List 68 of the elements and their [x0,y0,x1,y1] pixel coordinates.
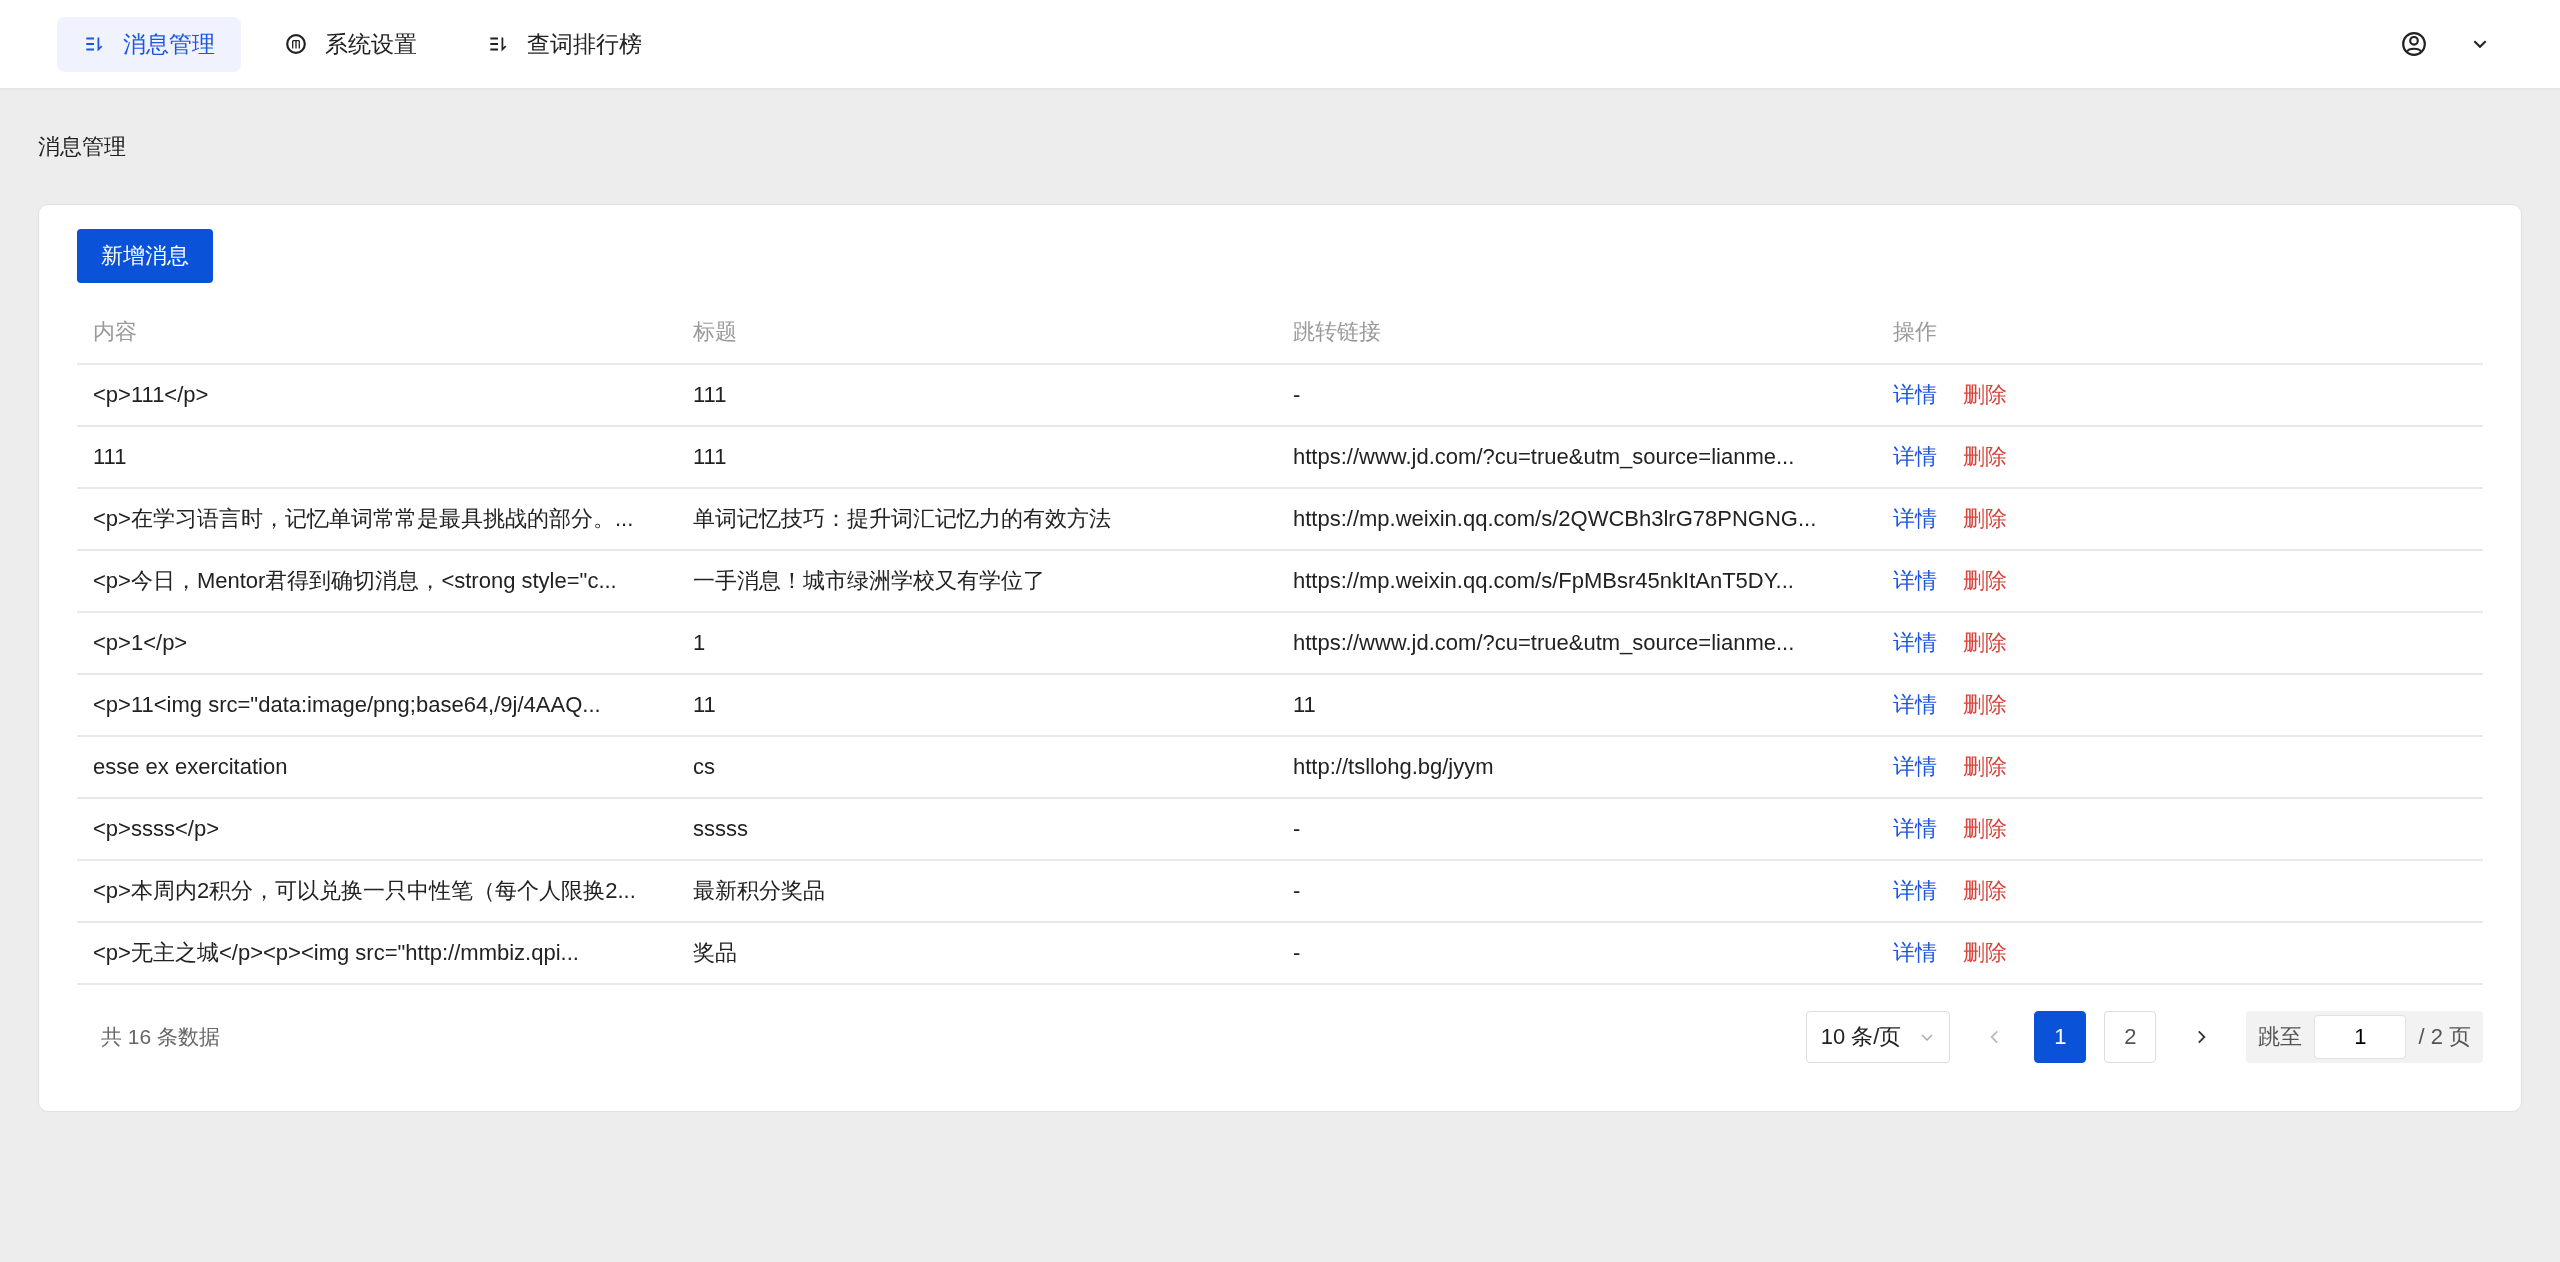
column-header: 内容 [77,303,677,364]
column-header: 标题 [677,303,1277,364]
table-cell: 一手消息！城市绿洲学校又有学位了 [693,568,1045,593]
details-link[interactable]: 详情 [1893,690,1937,720]
details-link[interactable]: 详情 [1893,752,1937,782]
page-button[interactable]: 2 [2104,1011,2157,1063]
table-cell: - [1293,878,1301,903]
details-link[interactable]: 详情 [1893,504,1937,534]
delete-link[interactable]: 删除 [1963,504,2007,534]
table-cell: esse ex exercitation [93,754,288,779]
table-cell: https://mp.weixin.qq.com/s/FpMBsr45nkItAnT5DY... [1293,568,1794,593]
table-cell: 111 [693,382,727,407]
details-link[interactable]: 详情 [1893,938,1937,968]
details-link[interactable]: 详情 [1893,814,1937,844]
delete-link[interactable]: 删除 [1963,876,2007,906]
table-cell: https://mp.weixin.qq.com/s/2QWCBh3lrG78PNGNG... [1293,506,1817,531]
page-title: 消息管理 [38,133,127,161]
table-cell: <p>今日，Mentor君得到确切消息，<strong style="c... [93,568,617,593]
column-header: 操作 [1877,303,2483,364]
table-cell: https://www.jd.com/?cu=true&utm_source=lianme... [1293,444,1795,469]
details-link[interactable]: 详情 [1893,876,1937,906]
table-cell: 奖品 [693,940,737,965]
page-button[interactable]: 1 [2034,1011,2087,1063]
table-cell: <p>无主之城</p><p><img src="http://mmbiz.qpi... [93,940,579,965]
table-cell: 1 [693,630,706,655]
nav-tab[interactable]: 系统设置 [259,16,443,72]
table-cell: <p>在学习语言时，记忆单词常常是最具挑战的部分。... [93,506,634,531]
delete-link[interactable]: 删除 [1963,814,2007,844]
table-cell: <p>ssss</p> [93,816,219,841]
table-cell: cs [693,754,715,779]
details-link[interactable]: 详情 [1893,442,1937,472]
jump-label: 跳至 [2258,1023,2303,1051]
table-cell: - [1293,816,1301,841]
user-avatar-icon[interactable] [2401,31,2427,57]
total-count: 共 16 条数据 [101,1024,221,1050]
delete-link[interactable]: 删除 [1963,628,2007,658]
table-cell: <p>11<img src="data:image/png;base64,/9j/4AAQ... [93,692,601,717]
page-number-field[interactable]: 1 [2314,1015,2407,1059]
table-cell: 单词记忆技巧：提升词汇记忆力的有效方法 [693,506,1111,531]
total-pages-label: / 2 页 [2418,1023,2471,1051]
page-size-select[interactable]: 10 条/页 [1805,1011,1951,1063]
delete-link[interactable]: 删除 [1963,566,2007,596]
seal-icon [285,33,307,55]
delete-link[interactable]: 删除 [1963,938,2007,968]
table-cell: <p>111</p> [93,382,209,407]
delete-link[interactable]: 删除 [1963,442,2007,472]
table-cell: <p>本周内2积分，可以兑换一只中性笔（每个人限换2... [93,878,636,903]
table-cell: 11 [693,692,716,717]
table-cell: 11 [1293,692,1316,717]
delete-link[interactable]: 删除 [1963,752,2007,782]
table-cell: 111 [93,444,127,469]
table-cell: 111 [693,444,727,469]
table-cell: https://www.jd.com/?cu=true&utm_source=lianme... [1293,630,1795,655]
table-cell: http://tsllohg.bg/jyym [1293,754,1494,779]
delete-link[interactable]: 删除 [1963,380,2007,410]
details-link[interactable]: 详情 [1893,380,1937,410]
column-header: 跳转链接 [1277,303,1877,364]
table-cell: - [1293,382,1301,407]
nav-tab[interactable]: 查词排行榜 [461,16,668,72]
add-message-button[interactable]: 新增消息 [77,229,213,283]
nav-tab[interactable]: 消息管理 [57,16,241,72]
table-cell: - [1293,940,1301,965]
table-cell: 最新积分奖品 [693,878,825,903]
delete-link[interactable]: 删除 [1963,690,2007,720]
table-cell: sssss [693,816,748,841]
details-link[interactable]: 详情 [1893,628,1937,658]
details-link[interactable]: 详情 [1893,566,1937,596]
table-cell: <p>1</p> [93,630,188,655]
